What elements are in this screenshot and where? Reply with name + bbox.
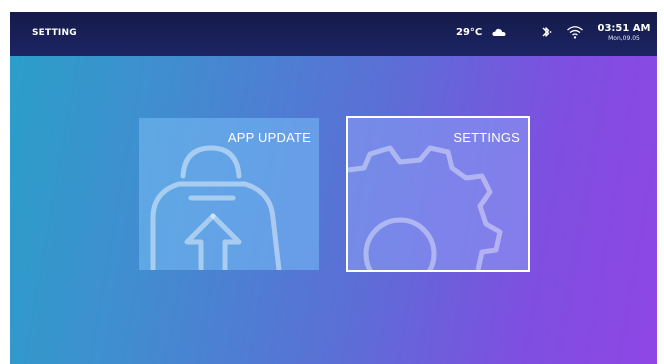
bluetooth-icon[interactable] [540, 24, 552, 40]
clock-date: Mon,09.05 [608, 35, 640, 42]
temperature-readout: 29°C [456, 27, 483, 38]
home-screen: SETTING 29°C 03:51 AM Mon,09.05 APP UPDA… [10, 12, 657, 364]
clock-time: 03:51 AM [597, 23, 651, 34]
cloud-icon [492, 28, 506, 36]
tile-label: APP UPDATE [227, 130, 311, 145]
screen-title: SETTING [32, 28, 77, 38]
settings-tile[interactable]: SETTINGS [346, 116, 530, 272]
status-bar: SETTING 29°C 03:51 AM Mon,09.05 [10, 12, 657, 56]
app-update-tile[interactable]: APP UPDATE [139, 118, 319, 270]
wifi-icon[interactable] [566, 24, 584, 40]
tile-label: SETTINGS [453, 130, 520, 145]
